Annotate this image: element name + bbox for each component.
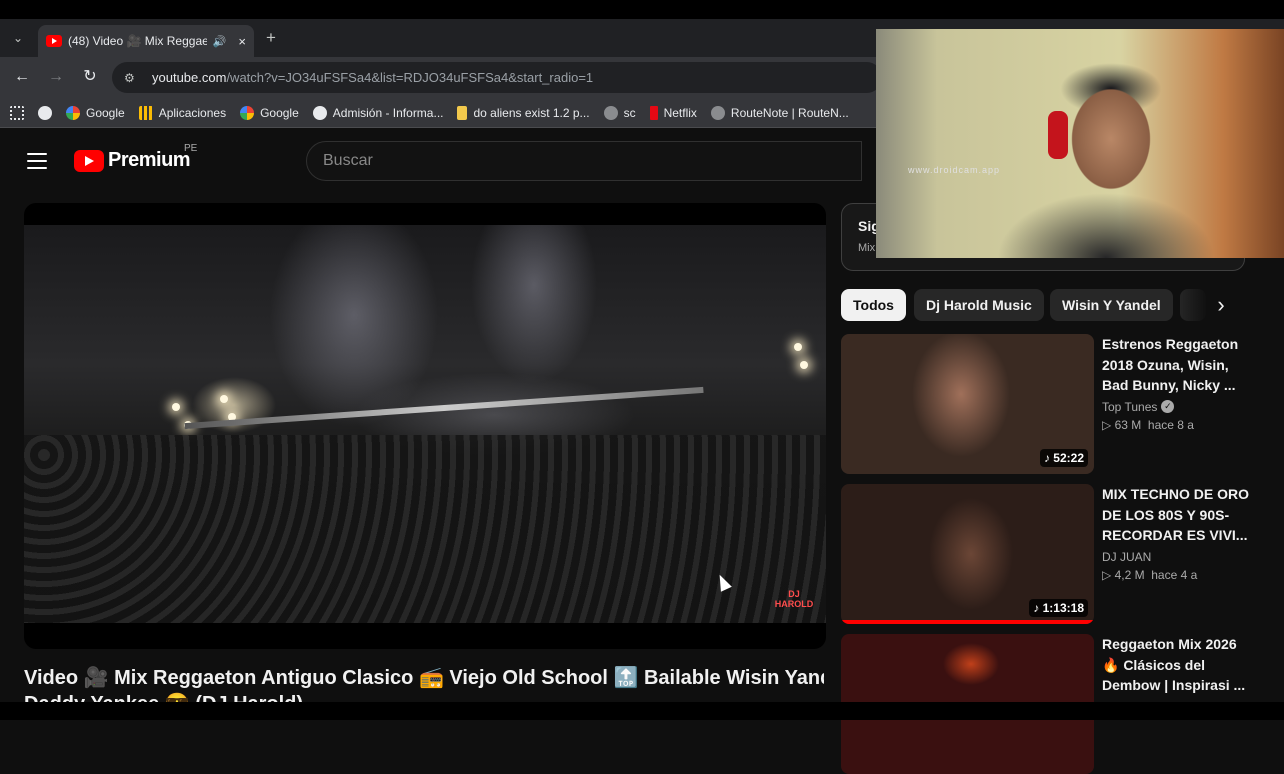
- youtube-play-icon: [74, 149, 104, 172]
- bookmark-label: Admisión - Informa...: [332, 105, 444, 120]
- routenote-icon: [710, 105, 725, 120]
- chip-todos[interactable]: Todos: [841, 289, 906, 321]
- stage-deck: [184, 386, 704, 430]
- google-icon: [66, 105, 80, 120]
- bookmark-sc[interactable]: sc: [603, 105, 636, 120]
- top-letterbox: [0, 0, 1284, 19]
- webcam-tag: www.droidcam.app: [908, 165, 1001, 175]
- bookmark-apps[interactable]: [10, 105, 24, 120]
- search-box[interactable]: [306, 141, 862, 181]
- bookmark-label: RouteNote | RouteN...: [730, 105, 849, 120]
- view-count: 63 M: [1114, 417, 1142, 432]
- video-player[interactable]: DJ HAROLD: [24, 203, 826, 649]
- bookmark-label: do aliens exist 1.2 p...: [473, 105, 590, 120]
- video-frame[interactable]: DJ HAROLD: [24, 225, 826, 623]
- recommendation-item[interactable]: ♪ 52:22 Estrenos Reggaeton 2018 Ozuna, W…: [841, 334, 1261, 474]
- recommendation-title[interactable]: Reggaeton Mix 2026 🔥 Clásicos del Dembow…: [1102, 634, 1254, 696]
- playlist-title: Siguiente: [858, 218, 878, 234]
- upload-age: hace 8 a: [1147, 417, 1194, 432]
- duration-text: 1:13:18: [1042, 601, 1084, 615]
- globe-icon: [312, 105, 327, 120]
- bookmark-label: Google: [260, 105, 299, 120]
- chip-dj-harold[interactable]: Dj Harold Music: [914, 289, 1044, 321]
- chip-wisin-yandel[interactable]: Wisin Y Yandel: [1050, 289, 1173, 321]
- recommendation-title[interactable]: Estrenos Reggaeton 2018 Ozuna, Wisin, Ba…: [1102, 334, 1254, 396]
- bookmark-google[interactable]: Google: [66, 105, 125, 120]
- bookmark-label: Netflix: [663, 105, 697, 120]
- menu-icon[interactable]: [27, 153, 47, 169]
- youtube-favicon-icon: [46, 35, 62, 47]
- recommendation-info: Reggaeton Mix 2026 🔥 Clásicos del Dembow…: [1102, 634, 1254, 696]
- webcam-overlay: www.droidcam.app: [876, 29, 1284, 258]
- channel-row[interactable]: DJ JUAN: [1102, 550, 1254, 564]
- browser-tab[interactable]: (48) Video 🎥 Mix Reggaeton Antiguo Clasi…: [38, 25, 254, 57]
- headphone: [1048, 111, 1068, 159]
- bookmark-label: Google: [86, 105, 125, 120]
- youtube-logo[interactable]: Premium PE: [74, 143, 197, 172]
- channel-name: DJ JUAN: [1102, 549, 1152, 564]
- video-thumbnail[interactable]: ♪ 52:22: [841, 334, 1094, 474]
- apps-grid-icon: [10, 105, 24, 120]
- bookmark-netflix[interactable]: Netflix: [649, 105, 697, 120]
- chip-fade: [1178, 289, 1208, 321]
- bookmark-routenote[interactable]: RouteNote | RouteN...: [710, 105, 849, 120]
- playlist-subtitle: Mix: [858, 242, 876, 254]
- search-input[interactable]: [323, 152, 861, 170]
- view-count: 4,2 M: [1114, 567, 1145, 582]
- url-host: youtube.com: [152, 70, 227, 85]
- duration-text: 52:22: [1053, 451, 1084, 465]
- chevron-right-icon[interactable]: ›: [1206, 291, 1236, 321]
- address-bar[interactable]: ⚙ youtube.com/watch?v=JO34uFSFSa4&list=R…: [112, 62, 882, 93]
- doc-icon: [457, 105, 468, 120]
- bookmark-google-2[interactable]: Google: [240, 105, 299, 120]
- bookmark-1[interactable]: [38, 105, 52, 120]
- netflix-icon: [649, 105, 658, 120]
- bookmark-aliens[interactable]: do aliens exist 1.2 p...: [457, 105, 590, 120]
- upload-age: hace 4 a: [1151, 567, 1198, 582]
- logo-region: PE: [184, 143, 198, 154]
- channel-name: Top Tunes: [1102, 399, 1158, 414]
- soundcloud-icon: [603, 105, 618, 120]
- apps-icon: [138, 105, 153, 120]
- stage-light: [172, 403, 180, 411]
- channel-row[interactable]: Top Tunes ✓: [1102, 400, 1254, 414]
- video-meta: ▷ 63 M hace 8 a: [1102, 417, 1194, 432]
- channel-watermark[interactable]: DJ HAROLD: [774, 589, 814, 619]
- tab-search-icon[interactable]: ⌄: [8, 28, 28, 48]
- forward-button[interactable]: →: [46, 67, 66, 87]
- bookmark-label: sc: [623, 105, 636, 120]
- speaker-icon[interactable]: 🔊: [213, 35, 227, 48]
- recommendation-item[interactable]: ♪ 1:13:18 MIX TECHNO DE ORO DE LOS 80S Y…: [841, 484, 1261, 624]
- github-icon: [38, 105, 52, 120]
- video-thumbnail[interactable]: ♪ 1:13:18: [841, 484, 1094, 624]
- site-settings-icon[interactable]: ⚙: [124, 70, 140, 86]
- bookmark-aplicaciones[interactable]: Aplicaciones: [138, 105, 227, 120]
- bottom-letterbox: [0, 702, 1284, 720]
- url-path: /watch?v=JO34uFSFSa4&list=RDJO34uFSFSa4&…: [226, 70, 594, 85]
- recommendation-info: Estrenos Reggaeton 2018 Ozuna, Wisin, Ba…: [1102, 334, 1254, 432]
- verified-icon: ✓: [1161, 400, 1175, 413]
- video-meta: ▷ 4,2 M hace 4 a: [1102, 567, 1198, 582]
- stage-light: [794, 343, 802, 351]
- new-tab-button[interactable]: +: [266, 28, 276, 48]
- crowd: [24, 435, 826, 623]
- back-button[interactable]: ←: [12, 67, 32, 87]
- duration-badge: ♪ 52:22: [1039, 449, 1088, 467]
- tab-title: (48) Video 🎥 Mix Reggaeton Antiguo Clasi…: [68, 34, 207, 48]
- recommendation-info: MIX TECHNO DE ORO DE LOS 80S Y 90S- RECO…: [1102, 484, 1254, 582]
- duration-badge: ♪ 1:13:18: [1029, 599, 1088, 617]
- reload-button[interactable]: ↻: [80, 67, 100, 87]
- stage-light: [800, 361, 808, 369]
- recommendation-title[interactable]: MIX TECHNO DE ORO DE LOS 80S Y 90S- RECO…: [1102, 484, 1254, 546]
- bookmark-label: Aplicaciones: [158, 105, 227, 120]
- watch-progress-bar: [841, 620, 1094, 624]
- watch-progress-fill: [841, 620, 1094, 624]
- stage-light: [220, 395, 228, 403]
- logo-text: Premium: [108, 149, 191, 171]
- bookmark-admision[interactable]: Admisión - Informa...: [312, 105, 444, 120]
- google-icon: [240, 105, 255, 120]
- video-title: Video 🎥 Mix Reggaeton Antiguo Clasico 📻 …: [24, 667, 824, 689]
- tab-close-icon[interactable]: ×: [238, 34, 246, 49]
